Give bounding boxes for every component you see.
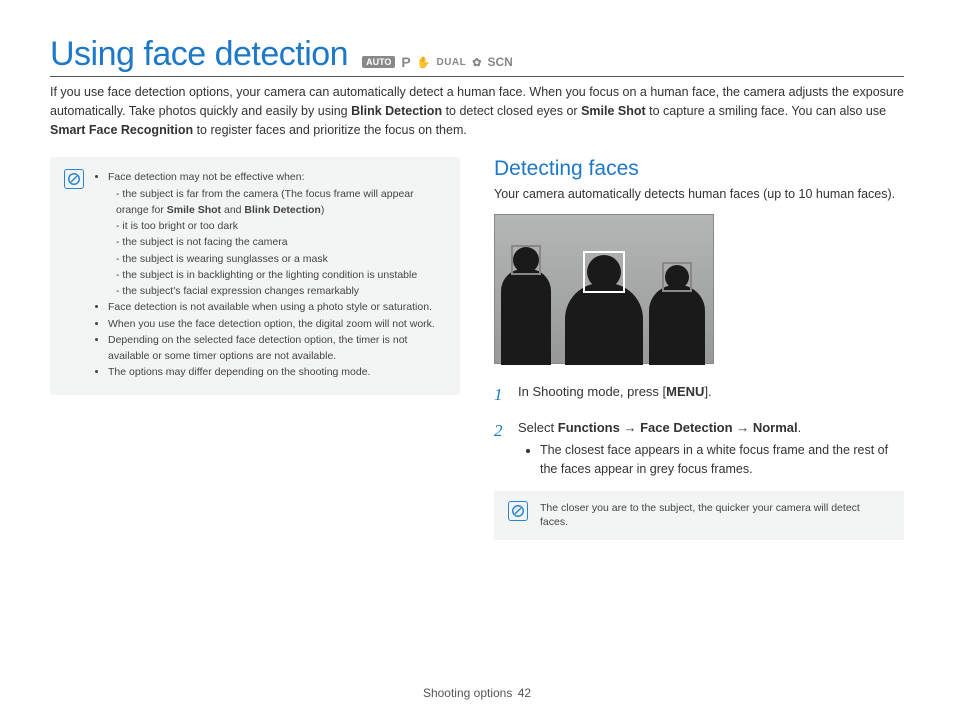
mode-p-icon: P [401, 54, 410, 70]
note-sub: it is too bright or too dark [116, 218, 444, 234]
note-icon [64, 169, 84, 189]
note-icon [508, 501, 528, 521]
title-row: Using face detection AUTO P ✋ DUAL ✿ SCN [50, 35, 904, 77]
mode-auto-icon: AUTO [362, 56, 395, 68]
note-bullet: Depending on the selected face detection… [108, 332, 444, 365]
step-1: 1 In Shooting mode, press [MENU]. [494, 382, 904, 408]
footer: Shooting options 42 [0, 686, 954, 700]
intro-paragraph: If you use face detection options, your … [50, 83, 904, 139]
note-content: Face detection may not be effective when… [94, 169, 444, 380]
step-2: 2 Select Functions → Face Detection → No… [494, 418, 904, 479]
note-lead: Face detection may not be effective when… [108, 171, 305, 183]
step-body: In Shooting mode, press [MENU]. [518, 382, 904, 408]
mode-icons: AUTO P ✋ DUAL ✿ SCN [362, 54, 513, 70]
note-sub: the subject is not facing the camera [116, 234, 444, 250]
intro-text: to register faces and prioritize the foc… [193, 123, 467, 137]
step-bullet: The closest face appears in a white focu… [540, 441, 904, 479]
tip-box: The closer you are to the subject, the q… [494, 491, 904, 540]
right-column: Detecting faces Your camera automaticall… [494, 157, 904, 540]
note-box: Face detection may not be effective when… [50, 157, 460, 394]
hand-icon: ✋ [417, 56, 431, 69]
section-heading: Detecting faces [494, 157, 904, 181]
step-number: 1 [494, 382, 508, 408]
note-bullet: When you use the face detection option, … [108, 316, 444, 332]
note-sub: the subject is far from the camera (The … [116, 186, 444, 219]
illustration [494, 214, 714, 364]
step-body: Select Functions → Face Detection → Norm… [518, 418, 904, 479]
intro-bold-smile: Smile Shot [581, 104, 646, 118]
section-desc: Your camera automatically detects human … [494, 185, 904, 204]
columns: Face detection may not be effective when… [50, 157, 904, 540]
note-bullet: Face detection is not available when usi… [108, 299, 444, 315]
footer-section: Shooting options [423, 686, 512, 700]
intro-bold-smart: Smart Face Recognition [50, 123, 193, 137]
gear-icon: ✿ [472, 56, 481, 69]
note-sub: the subject is in backlighting or the li… [116, 267, 444, 283]
note-sub: the subject is wearing sunglasses or a m… [116, 251, 444, 267]
mode-dual-icon: DUAL [436, 57, 466, 68]
steps: 1 In Shooting mode, press [MENU]. 2 Sele… [494, 382, 904, 479]
note-sub: the subject's facial expression changes … [116, 283, 444, 299]
page-title: Using face detection [50, 35, 348, 74]
intro-text: to capture a smiling face. You can also … [646, 104, 886, 118]
intro-text: to detect closed eyes or [442, 104, 581, 118]
note-bullet: The options may differ depending on the … [108, 364, 444, 380]
left-column: Face detection may not be effective when… [50, 157, 460, 540]
page-number: 42 [518, 686, 531, 700]
mode-scn-icon: SCN [487, 55, 512, 69]
intro-bold-blink: Blink Detection [351, 104, 442, 118]
tip-text: The closer you are to the subject, the q… [540, 501, 890, 530]
step-number: 2 [494, 418, 508, 479]
